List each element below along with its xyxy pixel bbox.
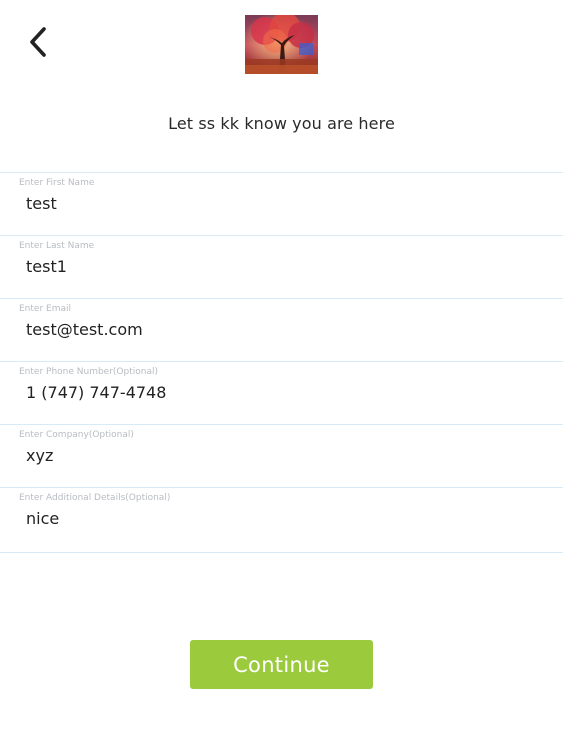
company-input[interactable]: xyz (26, 446, 53, 465)
additional-details-field[interactable]: Enter Additional Details(Optional) nice (0, 487, 563, 553)
logo-image (245, 15, 318, 74)
additional-details-input[interactable]: nice (26, 509, 59, 528)
page-subtitle: Let ss kk know you are here (168, 114, 395, 133)
first-name-label: Enter First Name (19, 178, 95, 188)
last-name-field[interactable]: Enter Last Name test1 (0, 235, 563, 298)
first-name-field[interactable]: Enter First Name test (0, 172, 563, 235)
email-field[interactable]: Enter Email test@test.com (0, 298, 563, 361)
continue-button[interactable]: Continue (190, 640, 373, 689)
back-button[interactable] (22, 24, 54, 60)
phone-label: Enter Phone Number(Optional) (19, 367, 158, 377)
company-label: Enter Company(Optional) (19, 430, 134, 440)
phone-input[interactable]: 1 (747) 747-4748 (26, 383, 166, 402)
chevron-left-icon (27, 25, 49, 59)
last-name-label: Enter Last Name (19, 241, 95, 251)
first-name-input[interactable]: test (26, 194, 57, 213)
additional-details-label: Enter Additional Details(Optional) (19, 493, 171, 503)
last-name-input[interactable]: test1 (26, 257, 67, 276)
phone-field[interactable]: Enter Phone Number(Optional) 1 (747) 747… (0, 361, 563, 424)
email-input[interactable]: test@test.com (26, 320, 143, 339)
contact-form: Enter First Name test Enter Last Name te… (0, 172, 563, 553)
company-field[interactable]: Enter Company(Optional) xyz (0, 424, 563, 487)
email-label: Enter Email (19, 304, 71, 314)
